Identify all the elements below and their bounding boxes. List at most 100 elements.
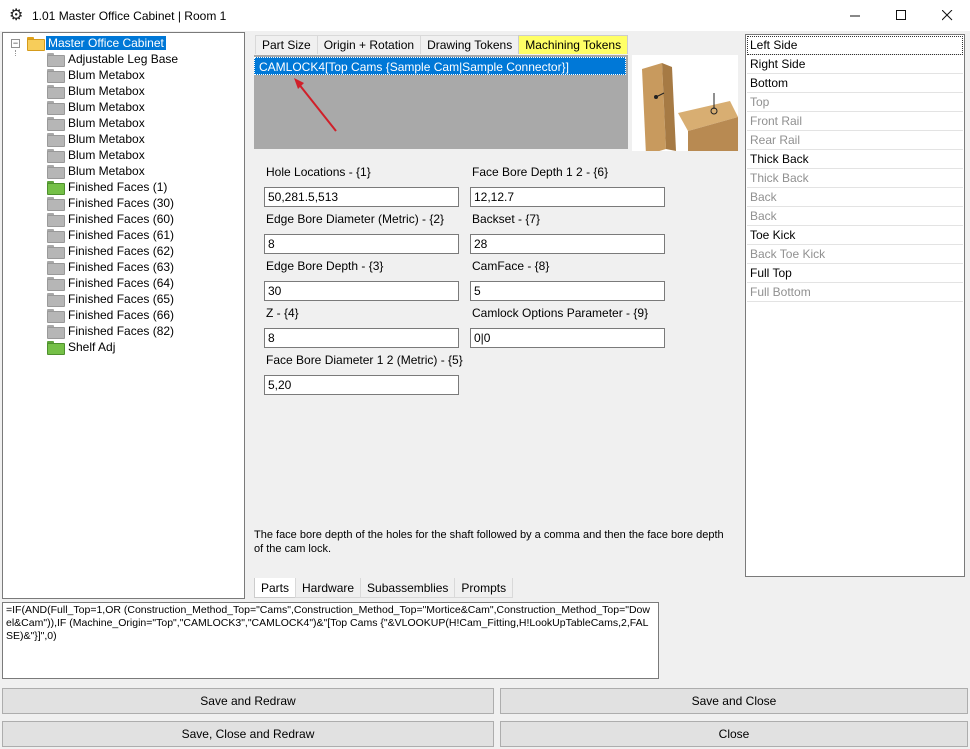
wood-board-illustration [642,63,738,151]
tree-item[interactable]: Finished Faces (61) [47,227,176,243]
tree-item-label: Finished Faces (64) [68,276,175,290]
save-and-close-button[interactable]: Save and Close [500,688,968,714]
tree-connector [15,50,16,56]
collapse-toggle[interactable]: − [11,39,20,48]
tree-item[interactable]: Finished Faces (30) [47,195,176,211]
folder-icon [47,149,65,163]
maximize-button[interactable] [878,0,924,31]
window-controls [832,0,970,31]
z-input[interactable]: 8 [264,328,459,348]
product-tree[interactable]: − Master Office Cabinet Adjustable Leg B… [2,32,245,599]
tree-item-label: Blum Metabox [68,84,145,98]
tree-item[interactable]: Finished Faces (60) [47,211,176,227]
face-bore-diameter-input[interactable]: 5,20 [264,375,459,395]
tree-item[interactable]: Finished Faces (82) [47,323,176,339]
folder-icon [47,229,65,243]
edge-bore-diameter-input[interactable]: 8 [264,234,459,254]
part-list-item[interactable]: Thick Back [747,169,963,188]
tab-parts[interactable]: Parts [254,578,297,598]
part-list-item[interactable]: Top [747,93,963,112]
tree-item-label: Blum Metabox [68,148,145,162]
tree-item[interactable]: Finished Faces (66) [47,307,176,323]
tab-drawing-tokens[interactable]: Drawing Tokens [420,35,520,55]
close-button[interactable]: Close [500,721,968,747]
hole-locations-input[interactable]: 50,281.5,513 [264,187,459,207]
camface-input[interactable]: 5 [470,281,665,301]
face-bore-diameter-label: Face Bore Diameter 1 2 (Metric) - {5} [266,353,463,367]
tree-item[interactable]: Blum Metabox [47,163,147,179]
top-tabs: Part Size Origin + Rotation Drawing Toke… [255,35,629,56]
tree-item-label: Finished Faces (1) [68,180,168,194]
tree-item[interactable]: Blum Metabox [47,131,147,147]
tree-item-label: Shelf Adj [68,340,116,354]
tree-item[interactable]: Finished Faces (62) [47,243,176,259]
part-list-item[interactable]: Bottom [747,74,963,93]
tree-item[interactable]: Finished Faces (65) [47,291,176,307]
face-bore-depth-input[interactable]: 12,12.7 [470,187,665,207]
tree-item-label: Blum Metabox [68,100,145,114]
token-list-item[interactable]: CAMLOCK4[Top Cams {Sample Cam|Sample Con… [254,57,626,75]
tab-part-size[interactable]: Part Size [255,35,318,55]
folder-icon [47,53,65,67]
backset-label: Backset - {7} [472,212,541,226]
tree-item[interactable]: Adjustable Leg Base [47,51,180,67]
tree-item-label: Finished Faces (66) [68,308,175,322]
part-list-item[interactable]: Toe Kick [747,226,963,245]
part-list-item[interactable]: Full Top [747,264,963,283]
tree-item[interactable]: Shelf Adj [47,339,117,355]
part-list-item[interactable]: Front Rail [747,112,963,131]
tab-prompts[interactable]: Prompts [454,578,514,598]
formula-editor[interactable]: =IF(AND(Full_Top=1,OR (Construction_Meth… [2,602,659,679]
tree-root[interactable]: Master Office Cabinet [27,35,166,51]
tree-item[interactable]: Finished Faces (1) [47,179,169,195]
tree-item[interactable]: Blum Metabox [47,99,147,115]
tab-origin-rotation[interactable]: Origin + Rotation [316,35,422,55]
camlock-options-label: Camlock Options Parameter - {9} [472,306,649,320]
folder-icon [47,69,65,83]
token-list[interactable]: CAMLOCK4[Top Cams {Sample Cam|Sample Con… [254,55,628,149]
camlock-options-input[interactable]: 0|0 [470,328,665,348]
tab-machining-tokens[interactable]: Machining Tokens [518,35,629,56]
parts-list[interactable]: Left Side Right Side Bottom Top Front Rail Re… [745,34,965,577]
tab-hardware[interactable]: Hardware [295,578,362,598]
gear-icon: ⚙ [9,6,24,24]
part-list-item[interactable]: Back [747,207,963,226]
tree-item[interactable]: Blum Metabox [47,67,147,83]
folder-icon [47,309,65,323]
close-window-button[interactable] [924,0,970,31]
minimize-button[interactable] [832,0,878,31]
tree-item[interactable]: Blum Metabox [47,83,147,99]
tree-item[interactable]: Finished Faces (63) [47,259,176,275]
tree-item[interactable]: Blum Metabox [47,147,147,163]
part-list-item[interactable]: Left Side [747,36,963,55]
red-arrow-annotation [294,78,337,132]
tree-item-label: Finished Faces (65) [68,292,175,306]
open-folder-icon [27,37,45,51]
part-list-item[interactable]: Full Bottom [747,283,963,302]
edge-bore-diameter-label: Edge Bore Diameter (Metric) - {2} [266,212,445,226]
save-close-redraw-button[interactable]: Save, Close and Redraw [2,721,494,747]
tree-item[interactable]: Blum Metabox [47,115,147,131]
tree-item-label: Blum Metabox [68,116,145,130]
tree-item-label: Finished Faces (63) [68,260,175,274]
maximize-icon [895,10,906,20]
part-list-item[interactable]: Thick Back [747,150,963,169]
tab-subassemblies[interactable]: Subassemblies [360,578,456,598]
folder-icon [47,117,65,131]
part-list-item[interactable]: Right Side [747,55,963,74]
tree-item-label: Adjustable Leg Base [68,52,179,66]
part-list-item[interactable]: Back Toe Kick [747,245,963,264]
folder-icon [47,101,65,115]
folder-icon [47,245,65,259]
backset-input[interactable]: 28 [470,234,665,254]
part-list-item[interactable]: Rear Rail [747,131,963,150]
part-list-item[interactable]: Back [747,188,963,207]
folder-icon [47,197,65,211]
save-and-redraw-button[interactable]: Save and Redraw [2,688,494,714]
tree-item-label: Finished Faces (61) [68,228,175,242]
folder-icon [47,181,65,195]
edge-bore-depth-input[interactable]: 30 [264,281,459,301]
tree-item[interactable]: Finished Faces (64) [47,275,176,291]
tree-item-label: Blum Metabox [68,132,145,146]
title-bar: ⚙ 1.01 Master Office Cabinet | Room 1 [0,0,970,31]
